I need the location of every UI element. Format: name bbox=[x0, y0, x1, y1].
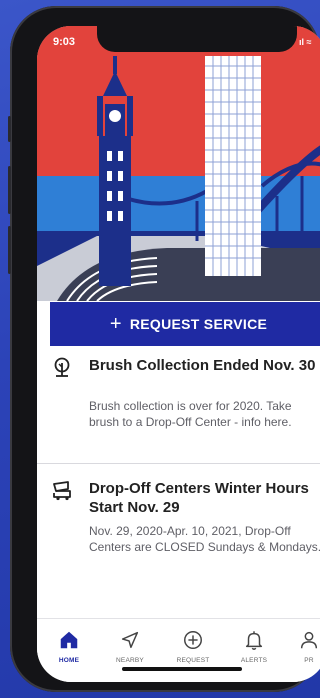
alert-item[interactable]: Brush Collection Ended Nov. 30 Brush col… bbox=[50, 356, 320, 456]
tab-label: NEARBY bbox=[116, 657, 144, 664]
divider bbox=[37, 463, 320, 464]
tab-alerts[interactable]: ALERTS bbox=[228, 629, 280, 664]
mute-switch bbox=[8, 116, 11, 142]
volume-down-button bbox=[8, 226, 11, 274]
tab-nearby[interactable]: NEARBY bbox=[104, 629, 156, 664]
request-service-label: REQUEST SERVICE bbox=[129, 316, 268, 332]
hero-banner bbox=[37, 26, 320, 301]
tab-profile[interactable]: PR bbox=[283, 629, 320, 664]
alert-title: Drop-Off Centers Winter Hours Start Nov.… bbox=[89, 480, 309, 516]
tree-icon bbox=[54, 357, 70, 377]
tab-label: ALERTS bbox=[240, 657, 268, 664]
plus-circle-icon bbox=[184, 631, 202, 649]
status-time: 9:03 bbox=[53, 36, 76, 48]
alert-title: Brush Collection Ended Nov. 30 bbox=[89, 357, 316, 374]
city-skyline-illustration bbox=[37, 26, 320, 301]
bottom-tab-bar: HOME NEARBY REQUEST ALERTS PR bbox=[37, 618, 320, 682]
home-icon bbox=[60, 631, 78, 649]
home-indicator bbox=[122, 667, 242, 671]
notch bbox=[97, 26, 297, 52]
alert-body: Brush collection is over for 2020. Take … bbox=[89, 399, 292, 429]
navigation-arrow-icon bbox=[121, 631, 139, 649]
phone-frame: 9:03 ıl ≈ + REQUEST SERVICE Brush Collec… bbox=[8, 6, 320, 692]
tab-home[interactable]: HOME bbox=[43, 629, 95, 664]
app-screen: 9:03 ıl ≈ + REQUEST SERVICE Brush Collec… bbox=[37, 26, 320, 682]
dump-truck-icon bbox=[53, 481, 71, 501]
plus-icon: + bbox=[109, 313, 122, 335]
tab-label: REQUEST bbox=[176, 657, 210, 664]
alert-item[interactable]: Drop-Off Centers Winter Hours Start Nov.… bbox=[50, 479, 320, 599]
request-service-button[interactable]: + REQUEST SERVICE bbox=[50, 302, 320, 346]
status-indicators: ıl ≈ bbox=[299, 37, 312, 47]
tab-label: PR bbox=[304, 657, 314, 664]
volume-up-button bbox=[8, 166, 11, 214]
bell-icon bbox=[245, 631, 263, 650]
tab-request[interactable]: REQUEST bbox=[167, 629, 219, 664]
tab-label: HOME bbox=[58, 657, 80, 664]
profile-icon bbox=[300, 631, 318, 649]
alert-body: Nov. 29, 2020-Apr. 10, 2021, Drop-Off Ce… bbox=[89, 524, 320, 554]
